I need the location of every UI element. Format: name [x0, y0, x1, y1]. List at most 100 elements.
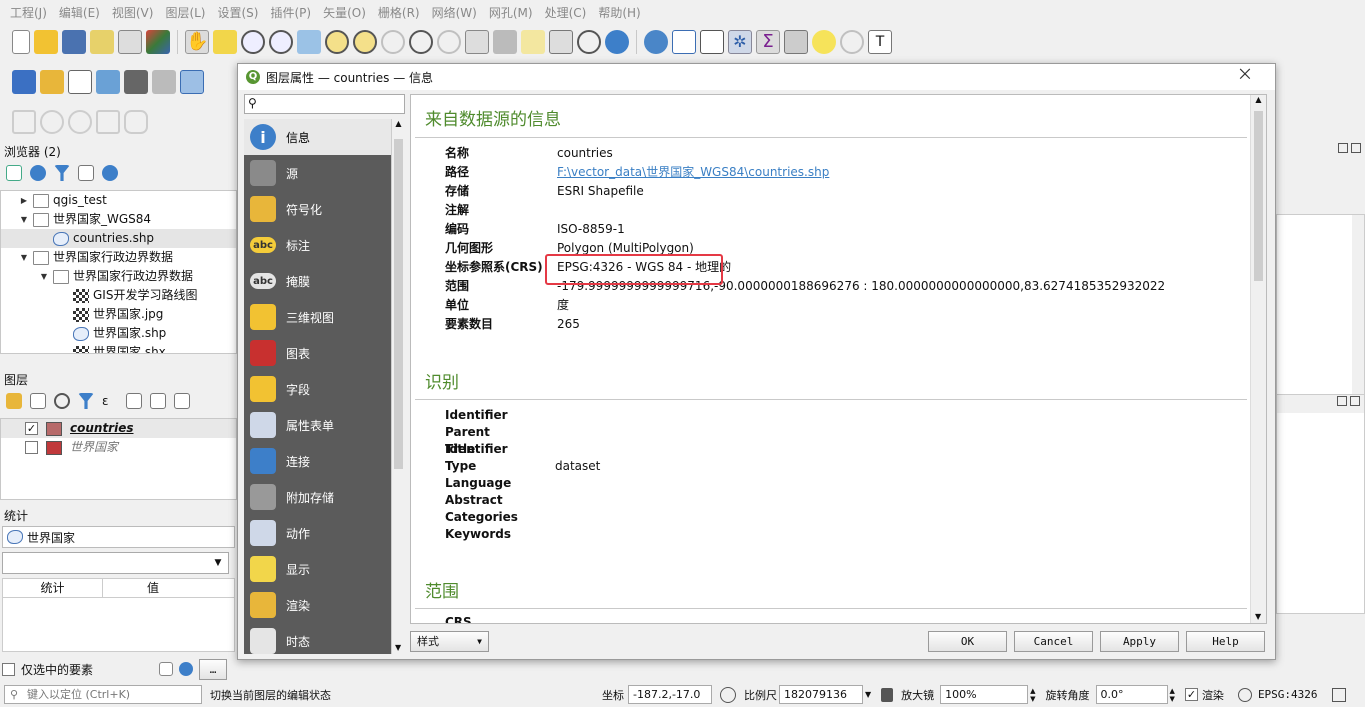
apply-button[interactable]: Apply	[1100, 631, 1179, 652]
render-checkbox[interactable]: ✓	[1184, 688, 1198, 701]
statistical-summary-icon[interactable]: Σ	[756, 30, 780, 54]
add-wms-layer-icon[interactable]	[124, 70, 148, 94]
pan-tool-icon[interactable]: ✋	[185, 30, 209, 54]
menu-item[interactable]: 视图(V)	[106, 4, 160, 21]
refresh-statistics-icon[interactable]	[179, 662, 194, 676]
nav-item-fields[interactable]: 字段	[244, 371, 391, 407]
scrollbar[interactable]	[1352, 215, 1364, 405]
map-tips-icon[interactable]	[812, 30, 836, 54]
print-layout-icon[interactable]	[118, 30, 142, 54]
nav-item-3d-view[interactable]: 三维视图	[244, 299, 391, 335]
scroll-up-icon[interactable]: ▲	[1251, 95, 1266, 104]
locator-input[interactable]: ⚲ 键入以定位 (Ctrl+K)	[4, 685, 202, 704]
browser-item[interactable]: 世界国家.jpg	[1, 305, 236, 324]
expand-all-icon[interactable]	[126, 393, 142, 409]
collapse-all-layers-icon[interactable]	[150, 393, 166, 409]
text-annotation-icon[interactable]: T	[868, 30, 892, 54]
open-attribute-table-icon[interactable]	[672, 30, 696, 54]
magnifier-field[interactable]: 100%	[940, 685, 1029, 704]
add-polygon-icon[interactable]	[12, 110, 36, 134]
add-delimited-text-icon[interactable]	[68, 70, 92, 94]
add-vector-layer-icon[interactable]	[12, 70, 36, 94]
close-dock-icon[interactable]	[1351, 143, 1361, 153]
menu-item[interactable]: 图层(L)	[159, 4, 211, 21]
menu-item[interactable]: 处理(C)	[539, 4, 593, 21]
menu-item[interactable]: 栅格(R)	[372, 4, 426, 21]
properties-info-icon[interactable]	[102, 165, 118, 181]
processing-toolbox-icon[interactable]: ✲	[728, 30, 752, 54]
zoom-to-layer-icon[interactable]	[353, 30, 377, 54]
scale-field[interactable]: 182079136	[779, 685, 863, 704]
chevron-right-icon[interactable]: ▶	[19, 191, 29, 210]
temporal-controller-icon[interactable]	[577, 30, 601, 54]
search-input[interactable]: ⚲	[244, 94, 405, 114]
manage-map-themes-icon[interactable]	[54, 393, 70, 409]
chevron-down-icon[interactable]: ▼	[39, 267, 49, 286]
menu-item[interactable]: 帮助(H)	[592, 4, 646, 21]
nav-item-symbology[interactable]: 符号化	[244, 191, 391, 227]
nav-item-attribute-form[interactable]: 属性表单	[244, 407, 391, 443]
statistics-field-select[interactable]: ▼	[2, 552, 229, 574]
spin-arrows-icon[interactable]: ▲ ▼	[1030, 687, 1035, 703]
nav-item-mask[interactable]: abc 掩膜	[244, 263, 391, 299]
dialog-close-button[interactable]: ⨉	[1223, 66, 1267, 84]
identify-features-icon[interactable]	[644, 30, 668, 54]
more-button[interactable]: …	[199, 658, 228, 680]
copy-icon[interactable]	[159, 662, 174, 676]
zoom-full-icon[interactable]	[297, 30, 321, 54]
content-scrollbar[interactable]: ▲ ▼	[1250, 95, 1266, 623]
zoom-out-icon[interactable]	[269, 30, 293, 54]
add-circle-icon[interactable]	[40, 110, 64, 134]
zoom-to-selection-icon[interactable]	[325, 30, 349, 54]
scroll-up-icon[interactable]: ▲	[392, 119, 405, 128]
new-3d-view-icon[interactable]	[493, 30, 517, 54]
filter-legend-icon[interactable]	[78, 393, 94, 409]
messages-icon[interactable]	[1331, 687, 1346, 702]
layer-visibility-checkbox[interactable]: ✓	[25, 422, 38, 435]
browser-item[interactable]: ▼ 世界国家行政边界数据	[1, 267, 236, 286]
add-selected-layers-icon[interactable]	[6, 165, 22, 181]
layer-item[interactable]: ✓ countries	[1, 419, 236, 438]
collapse-all-icon[interactable]	[78, 165, 94, 181]
browser-item[interactable]: countries.shp	[1, 229, 236, 248]
digitize-icon[interactable]	[96, 70, 120, 94]
add-group-icon[interactable]	[30, 393, 46, 409]
scroll-down-icon[interactable]: ▼	[1255, 612, 1261, 621]
pan-to-selection-icon[interactable]	[213, 30, 237, 54]
stat-column-header[interactable]: 统计	[3, 579, 103, 597]
nav-item-joins[interactable]: 连接	[244, 443, 391, 479]
browser-item[interactable]: ▼ 世界国家行政边界数据	[1, 248, 236, 267]
nav-item-temporal[interactable]: 时态	[244, 623, 391, 659]
browser-tree[interactable]: ▶ qgis_test ▼ 世界国家_WGS84 countries.shp ▼ 世界国家行…	[0, 190, 237, 354]
path-link[interactable]: F:\vector_data\世界国家_WGS84\countries.shp	[557, 163, 829, 182]
zoom-in-icon[interactable]	[241, 30, 265, 54]
nav-item-source[interactable]: 源	[244, 155, 391, 191]
field-calculator-icon[interactable]	[700, 30, 724, 54]
settings-gear-icon[interactable]	[840, 30, 864, 54]
statistics-layer-select[interactable]: 世界国家	[27, 529, 75, 546]
nav-item-rendering[interactable]: 渲染	[244, 587, 391, 623]
add-mesh-layer-icon[interactable]	[152, 70, 176, 94]
filter-by-expression-icon[interactable]: ε	[102, 393, 118, 409]
selected-only-checkbox[interactable]	[2, 662, 15, 676]
layer-item[interactable]: 世界国家	[1, 438, 236, 457]
browser-item[interactable]: ▼ 世界国家_WGS84	[1, 210, 236, 229]
lock-scale-icon[interactable]	[881, 687, 894, 702]
browser-item[interactable]: 世界国家.shx	[1, 343, 236, 353]
nav-item-diagram[interactable]: 图表	[244, 335, 391, 371]
add-wfs-layer-icon[interactable]	[180, 70, 204, 94]
browser-item[interactable]: ▶ qgis_test	[1, 191, 236, 210]
add-ellipse-icon[interactable]	[68, 110, 92, 134]
zoom-next-icon[interactable]	[437, 30, 461, 54]
open-project-icon[interactable]	[34, 30, 58, 54]
spin-arrows-icon[interactable]: ▲ ▼	[1170, 687, 1175, 703]
new-project-icon[interactable]	[12, 30, 30, 54]
coordinate-toggle-icon[interactable]	[720, 686, 736, 703]
new-map-view-icon[interactable]	[465, 30, 489, 54]
menu-item[interactable]: 编辑(E)	[53, 4, 106, 21]
menu-item[interactable]: 网络(W)	[426, 4, 483, 21]
chevron-down-icon[interactable]: ▼	[19, 248, 29, 267]
coordinate-field[interactable]: -187.2,-17.0	[628, 685, 712, 704]
float-dock-icon[interactable]	[1337, 396, 1347, 406]
add-raster-layer-icon[interactable]	[40, 70, 64, 94]
